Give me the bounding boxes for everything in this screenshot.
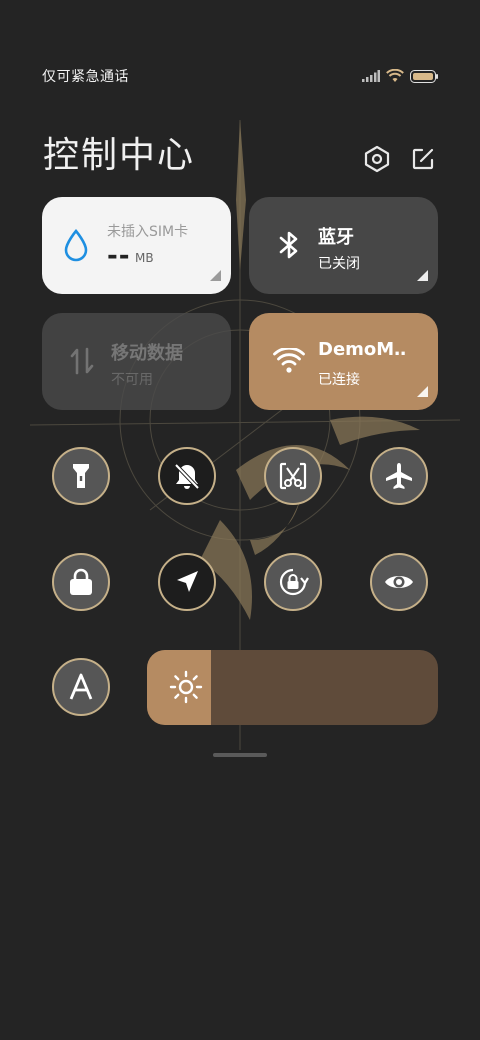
expand-corner-icon <box>417 386 428 397</box>
page-title: 控制中心 <box>43 135 196 176</box>
expand-corner-icon <box>417 270 428 281</box>
edit-button[interactable] <box>408 144 438 174</box>
location-toggle[interactable] <box>158 553 216 611</box>
rotation-lock-toggle[interactable] <box>264 553 322 611</box>
mute-toggle[interactable] <box>158 447 216 505</box>
eye-icon <box>385 576 413 588</box>
signal-icon <box>362 70 380 82</box>
font-size-toggle[interactable] <box>52 658 110 716</box>
airplane-toggle[interactable] <box>370 447 428 505</box>
flashlight-toggle[interactable] <box>52 447 110 505</box>
data-usage-value: -- <box>107 241 131 271</box>
mobile-data-tile[interactable]: 移动数据 不可用 <box>42 313 231 410</box>
wifi-status: 已连接 <box>318 372 360 388</box>
brightness-slider[interactable] <box>147 650 438 725</box>
mute-icon <box>174 463 200 490</box>
droplet-icon <box>64 228 88 262</box>
location-icon <box>177 571 198 592</box>
wifi-icon <box>386 69 404 82</box>
data-arrows-icon <box>70 347 94 375</box>
status-bar: 仅可紧急通话 <box>42 66 438 86</box>
wifi-network-name: DemoM‥ <box>318 339 407 360</box>
screenshot-icon <box>279 462 307 490</box>
edit-icon <box>412 148 434 170</box>
data-usage-tile[interactable]: 未插入SIM卡 -- MB <box>42 197 231 294</box>
rotation-lock-icon <box>279 568 309 596</box>
carrier-text: 仅可紧急通话 <box>42 69 129 85</box>
airplane-icon <box>386 463 412 489</box>
reading-mode-toggle[interactable] <box>370 553 428 611</box>
sun-icon <box>169 670 203 704</box>
screen-lock-toggle[interactable] <box>52 553 110 611</box>
screenshot-toggle[interactable] <box>264 447 322 505</box>
expand-corner-icon <box>210 270 221 281</box>
flashlight-icon <box>73 464 89 488</box>
settings-icon <box>364 145 390 173</box>
bluetooth-tile[interactable]: 蓝牙 已关闭 <box>249 197 438 294</box>
battery-icon <box>410 69 438 83</box>
mobile-data-label: 移动数据 <box>111 343 183 364</box>
bluetooth-label: 蓝牙 <box>318 227 354 248</box>
wifi-icon <box>273 348 305 373</box>
lock-icon <box>70 568 92 595</box>
bluetooth-status: 已关闭 <box>318 256 360 272</box>
bluetooth-icon <box>279 231 298 259</box>
data-usage-unit: MB <box>135 251 154 265</box>
mobile-data-status: 不可用 <box>111 372 153 388</box>
drag-handle[interactable] <box>213 753 267 757</box>
settings-button[interactable] <box>362 144 392 174</box>
wifi-tile[interactable]: DemoM‥ 已连接 <box>249 313 438 410</box>
sim-status-label: 未插入SIM卡 <box>107 224 189 240</box>
font-icon <box>69 673 93 700</box>
